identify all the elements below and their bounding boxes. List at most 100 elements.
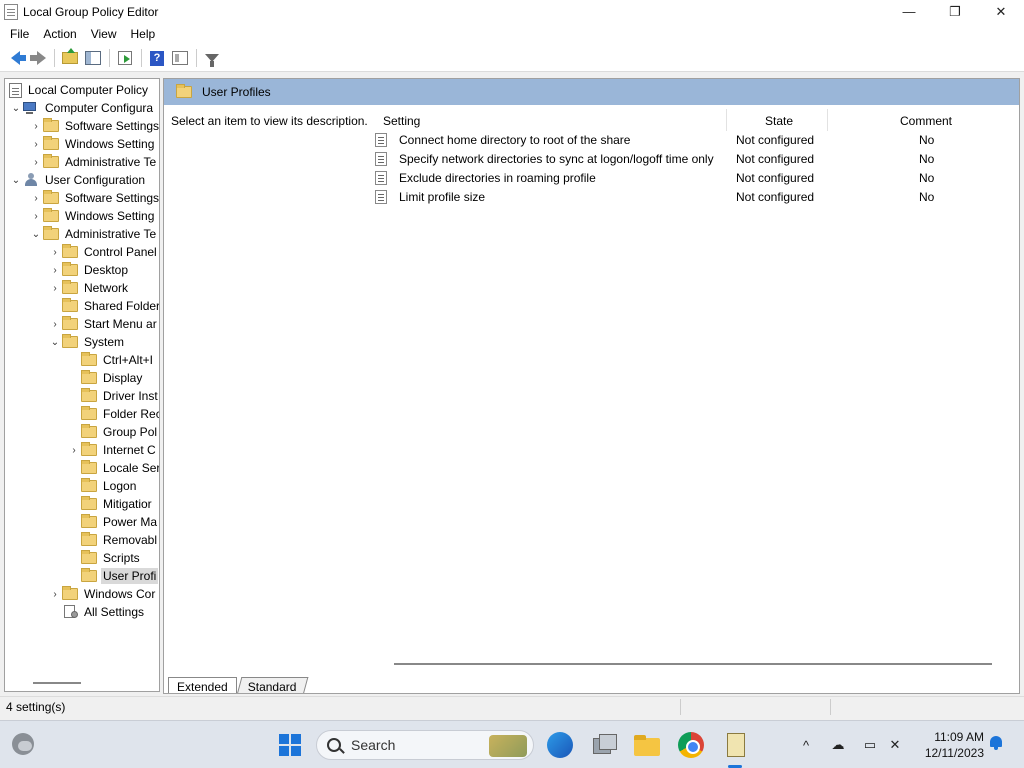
restore-button[interactable]: ❐ — [932, 0, 978, 23]
chevron-right-icon[interactable]: › — [29, 211, 43, 222]
chevron-right-icon[interactable]: › — [48, 283, 62, 294]
tree-item-user-configuration[interactable]: ⌄ User Configuration — [9, 171, 147, 189]
close-button[interactable]: ✕ — [978, 0, 1024, 23]
column-header-state[interactable]: State — [765, 111, 793, 131]
chevron-down-icon[interactable]: ⌄ — [9, 103, 23, 114]
status-divider — [680, 699, 681, 715]
edge-browser-icon[interactable] — [547, 732, 573, 758]
toolbar-separator — [54, 49, 55, 67]
menu-help[interactable]: Help — [124, 23, 163, 45]
tree-item-start-menu[interactable]: › Start Menu ar — [48, 315, 159, 333]
menu-file[interactable]: File — [0, 23, 36, 45]
chevron-right-icon[interactable]: › — [29, 193, 43, 204]
weather-widget-icon[interactable] — [12, 733, 34, 755]
tree-item-control-panel[interactable]: › Control Panel — [48, 243, 159, 261]
details-horizontal-scrollbar[interactable] — [394, 663, 992, 665]
column-header-comment[interactable]: Comment — [900, 111, 952, 131]
tree-item-system[interactable]: ⌄ System — [48, 333, 126, 351]
task-view-icon[interactable] — [591, 732, 617, 758]
show-hide-action-pane-button[interactable] — [169, 47, 191, 69]
taskbar-search[interactable]: Search — [316, 730, 534, 760]
setting-row[interactable]: Exclude directories in roaming profile N… — [369, 169, 1009, 188]
tab-standard-label: Standard — [247, 679, 297, 694]
network-icon[interactable]: ▭ — [861, 736, 879, 754]
tree-item-uc-windows-settings[interactable]: › Windows Setting — [29, 207, 156, 225]
folder-icon — [81, 388, 97, 402]
column-header-setting[interactable]: Setting — [383, 111, 420, 131]
onedrive-icon[interactable]: ☁ — [829, 736, 847, 754]
column-separator[interactable] — [827, 109, 828, 131]
details-header: User Profiles — [164, 79, 1019, 105]
back-button[interactable] — [4, 47, 26, 69]
setting-state: Not configured — [736, 152, 815, 166]
tree-item-internet-communication[interactable]: › Internet C — [67, 441, 158, 459]
help-button[interactable]: ? — [146, 47, 168, 69]
file-explorer-icon[interactable] — [634, 732, 660, 758]
menu-view[interactable]: View — [84, 23, 124, 45]
chevron-right-icon[interactable]: › — [67, 445, 81, 456]
chevron-right-icon[interactable]: › — [29, 139, 43, 150]
group-policy-editor-taskbar-icon[interactable] — [722, 732, 748, 758]
chevron-up-icon[interactable]: ^ — [797, 736, 815, 754]
volume-mute-icon[interactable]: ✕ — [886, 736, 904, 754]
tree-item-locale-services[interactable]: Locale Ser — [67, 459, 159, 477]
show-hide-tree-button[interactable] — [82, 47, 104, 69]
tree-item-user-profiles[interactable]: User Profi — [67, 567, 159, 585]
chevron-right-icon[interactable]: › — [29, 121, 43, 132]
chevron-down-icon[interactable]: ⌄ — [48, 337, 62, 348]
chevron-down-icon[interactable]: ⌄ — [9, 175, 23, 186]
tree-item-removable-storage[interactable]: Removabl — [67, 531, 159, 549]
chevron-down-icon[interactable]: ⌄ — [29, 229, 43, 240]
notifications-bell-icon[interactable] — [989, 735, 1003, 751]
start-button[interactable] — [279, 734, 301, 756]
tree-item-shared-folders[interactable]: Shared Folder — [48, 297, 160, 315]
tree-item-power-management[interactable]: Power Ma — [67, 513, 159, 531]
setting-row[interactable]: Connect home directory to root of the sh… — [369, 131, 1009, 150]
tree-item-local-computer-policy[interactable]: Local Computer Policy — [9, 81, 150, 99]
chevron-right-icon[interactable]: › — [48, 265, 62, 276]
tree-item-label: Network — [84, 281, 129, 295]
tree-item-logon[interactable]: Logon — [67, 477, 138, 495]
column-separator[interactable] — [726, 109, 727, 131]
setting-row[interactable]: Specify network directories to sync at l… — [369, 150, 1009, 169]
export-list-button[interactable] — [114, 47, 136, 69]
tree-item-windows-components[interactable]: › Windows Cor — [48, 585, 157, 603]
settings-list[interactable]: Setting State Comment Connect home direc… — [369, 105, 1019, 665]
chevron-right-icon[interactable]: › — [48, 247, 62, 258]
forward-button[interactable] — [27, 47, 49, 69]
tree-item-folder-redirection[interactable]: Folder Rec — [67, 405, 159, 423]
console-tree[interactable]: Local Computer Policy ⌄ Computer Configu… — [4, 78, 160, 692]
tree-item-cc-software-settings[interactable]: › Software Settings — [29, 117, 159, 135]
tab-extended[interactable]: Extended — [168, 677, 237, 693]
tree-item-group-policy[interactable]: Group Pol — [67, 423, 159, 441]
up-one-level-button[interactable] — [59, 47, 81, 69]
tree-horizontal-scrollbar[interactable] — [33, 682, 81, 684]
tree-item-uc-administrative-templates[interactable]: ⌄ Administrative Te — [29, 225, 158, 243]
tab-standard[interactable]: Standard — [236, 677, 308, 694]
tree-item-scripts[interactable]: Scripts — [67, 549, 142, 567]
tree-item-uc-software-settings[interactable]: › Software Settings — [29, 189, 159, 207]
menu-action[interactable]: Action — [36, 23, 83, 45]
tree-item-cc-windows-settings[interactable]: › Windows Setting — [29, 135, 156, 153]
tree-item-ctrl-alt-del[interactable]: Ctrl+Alt+I — [67, 351, 155, 369]
setting-row[interactable]: Limit profile size Not configured No — [369, 188, 1009, 207]
chevron-right-icon[interactable]: › — [48, 319, 62, 330]
tree-item-computer-configuration[interactable]: ⌄ Computer Configura — [9, 99, 155, 117]
tree-item-display[interactable]: Display — [67, 369, 144, 387]
tree-item-label: Shared Folder — [84, 299, 160, 313]
chevron-right-icon[interactable]: › — [48, 589, 62, 600]
minimize-button[interactable]: — — [886, 0, 932, 23]
tree-item-label: Local Computer Policy — [28, 83, 149, 97]
tree-item-desktop[interactable]: › Desktop — [48, 261, 130, 279]
tree-item-cc-administrative-templates[interactable]: › Administrative Te — [29, 153, 158, 171]
chevron-right-icon[interactable]: › — [29, 157, 43, 168]
folder-icon — [43, 136, 59, 150]
view-tabs: Extended Standard — [164, 675, 1019, 694]
clock[interactable]: 11:09 AM 12/11/2023 — [912, 729, 984, 761]
filter-button[interactable] — [201, 47, 223, 69]
tree-item-all-settings[interactable]: All Settings — [48, 603, 146, 621]
tree-item-driver-installation[interactable]: Driver Inst — [67, 387, 159, 405]
chrome-browser-icon[interactable] — [678, 732, 704, 758]
tree-item-mitigation-options[interactable]: Mitigatior — [67, 495, 154, 513]
tree-item-network[interactable]: › Network — [48, 279, 130, 297]
